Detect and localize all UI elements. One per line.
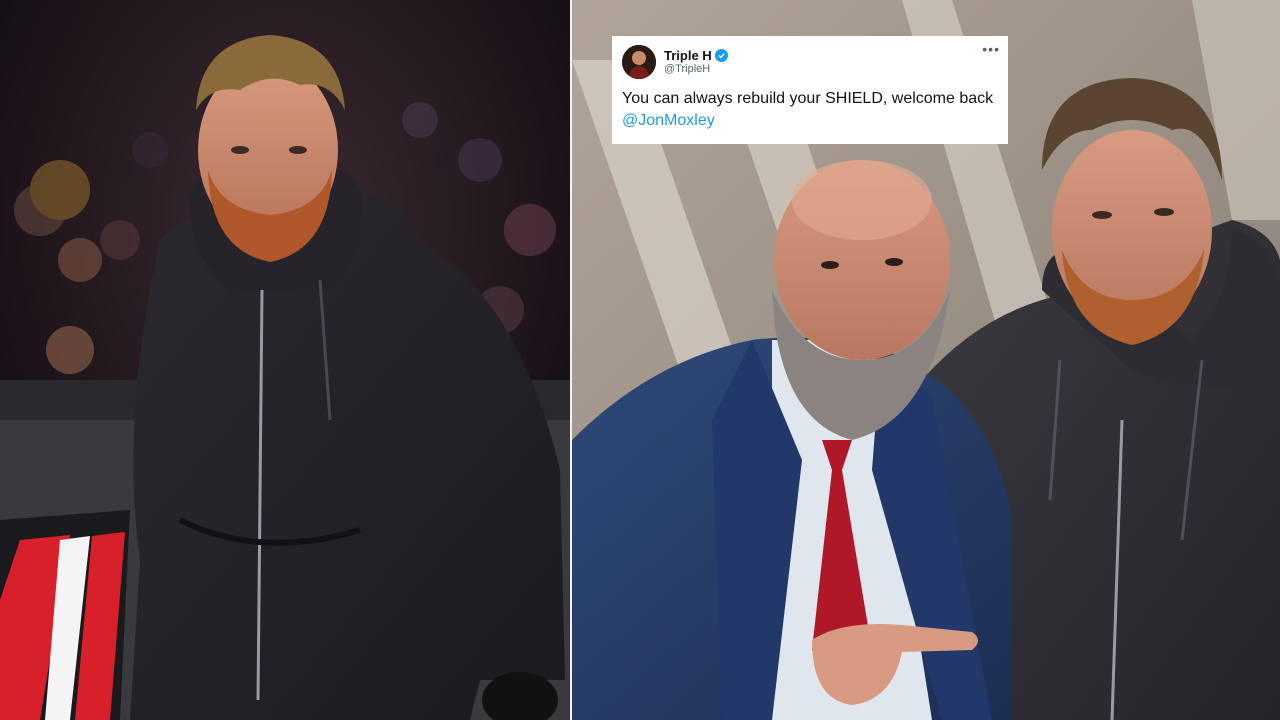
tweet-body: You can always rebuild your SHIELD, welc… [622,90,994,107]
left-photo [0,0,570,720]
tweet-author: Triple H @TripleH [664,48,728,76]
tweet-card: Triple H @TripleH ••• You can always reb… [612,36,1008,144]
tweet-mention-link[interactable]: @JonMoxley [622,110,998,132]
left-photo-illustration [0,0,570,720]
tweet-avatar[interactable] [622,45,656,79]
verified-badge-icon [714,49,728,62]
tweet-header: Triple H @TripleH [622,44,998,80]
tweet-handle[interactable]: @TripleH [664,63,728,76]
tweet-display-name[interactable]: Triple H [664,48,712,63]
tweet-name-row: Triple H [664,48,728,63]
more-options-icon[interactable]: ••• [982,42,1000,56]
avatar-icon [622,45,656,79]
tweet-text: You can always rebuild your SHIELD, welc… [622,88,998,132]
